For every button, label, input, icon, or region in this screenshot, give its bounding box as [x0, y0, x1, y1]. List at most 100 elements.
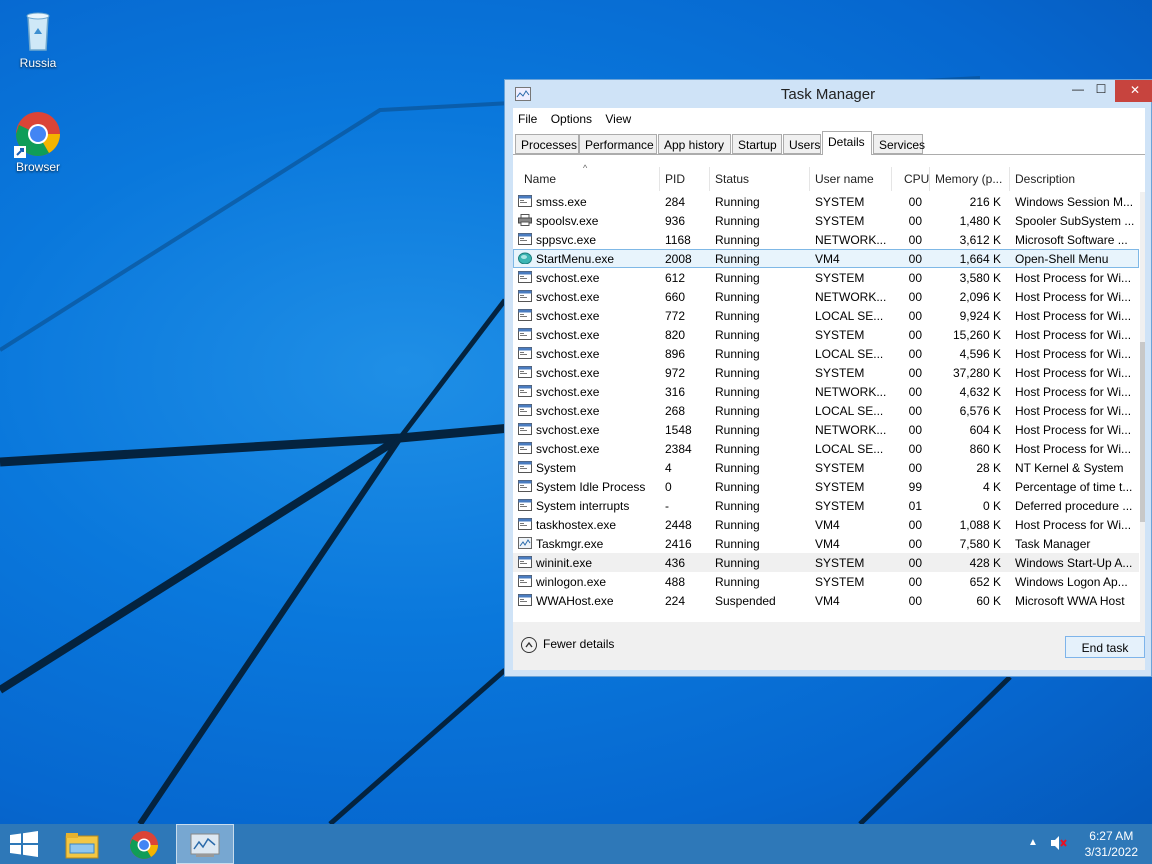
- process-user: SYSTEM: [815, 556, 865, 570]
- process-status: Running: [715, 309, 760, 323]
- process-pid: 772: [665, 309, 686, 323]
- process-name: System: [536, 461, 577, 475]
- process-status: Running: [715, 537, 760, 551]
- close-button[interactable]: ✕: [1115, 80, 1152, 102]
- process-user: SYSTEM: [815, 328, 865, 342]
- process-description: Task Manager: [1015, 537, 1091, 551]
- process-pid: 1168: [665, 233, 691, 247]
- process-status: Running: [715, 328, 760, 342]
- taskbar-chrome[interactable]: [116, 824, 172, 864]
- table-row[interactable]: sppsvc.exe 1168 Running NETWORK... 00 3,612 K…: [513, 230, 1139, 249]
- process-user: SYSTEM: [815, 461, 865, 475]
- table-row[interactable]: svchost.exe 316 Running NETWORK... 00 4,632 K…: [513, 382, 1139, 401]
- process-status: Running: [715, 556, 760, 570]
- table-row[interactable]: svchost.exe 820 Running SYSTEM 00 15,260 K Hos…: [513, 325, 1139, 344]
- process-name: WWAHost.exe: [536, 594, 614, 608]
- start-button[interactable]: [0, 824, 56, 864]
- column-cpu[interactable]: CPU: [904, 172, 929, 186]
- vertical-scrollbar[interactable]: [1140, 192, 1145, 622]
- process-description: Host Process for Wi...: [1015, 442, 1132, 456]
- process-name: taskhostex.exe: [536, 518, 617, 532]
- process-user: SYSTEM: [815, 575, 865, 589]
- clock[interactable]: 6:27 AM 3/31/2022: [1085, 828, 1138, 860]
- table-row[interactable]: WWAHost.exe 224 Suspended VM4 00 60 K Microsof…: [513, 591, 1139, 610]
- process-cpu: 00: [908, 518, 922, 532]
- process-memory: 6,576 K: [959, 404, 1001, 418]
- maximize-button[interactable]: ☐: [1088, 82, 1114, 103]
- table-row[interactable]: svchost.exe 972 Running SYSTEM 00 37,280 K Hos…: [513, 363, 1139, 382]
- table-row[interactable]: spoolsv.exe 936 Running SYSTEM 00 1,480 K Spoo…: [513, 211, 1139, 230]
- tab-details[interactable]: Details: [822, 131, 872, 155]
- tab-startup[interactable]: Startup: [732, 134, 782, 154]
- process-status: Running: [715, 480, 760, 494]
- table-row[interactable]: System Idle Process 0 Running SYSTEM 99 4 K Pe…: [513, 477, 1139, 496]
- table-row[interactable]: svchost.exe 612 Running SYSTEM 00 3,580 K Host…: [513, 268, 1139, 287]
- process-pid: 0: [665, 480, 672, 494]
- tab-services[interactable]: Services: [873, 134, 925, 154]
- process-name: System Idle Process: [536, 480, 646, 494]
- menu-file[interactable]: File: [513, 108, 542, 126]
- taskbar-file-explorer[interactable]: [56, 824, 112, 864]
- process-pid: 316: [665, 385, 686, 399]
- column-user-name[interactable]: User name: [815, 172, 874, 186]
- taskbar-task-manager[interactable]: [176, 824, 234, 864]
- table-row[interactable]: svchost.exe 896 Running LOCAL SE... 00 4,596 …: [513, 344, 1139, 363]
- end-task-button[interactable]: End task: [1065, 636, 1145, 658]
- process-status: Running: [715, 347, 760, 361]
- column-status[interactable]: Status: [715, 172, 749, 186]
- process-name: spoolsv.exe: [536, 214, 599, 228]
- title-bar[interactable]: Task Manager — ☐ ✕: [505, 80, 1152, 108]
- clock-time: 6:27 AM: [1089, 829, 1134, 843]
- table-row[interactable]: Taskmgr.exe 2416 Running VM4 00 7,580 K Task M…: [513, 534, 1139, 553]
- scrollbar-thumb[interactable]: [1140, 342, 1145, 522]
- table-row[interactable]: svchost.exe 772 Running LOCAL SE... 00 9,924 …: [513, 306, 1139, 325]
- process-memory: 0 K: [982, 499, 1001, 513]
- tab-users[interactable]: Users: [783, 134, 821, 154]
- process-pid: 896: [665, 347, 686, 361]
- fewer-details-button[interactable]: Fewer details: [521, 637, 614, 653]
- table-row[interactable]: wininit.exe 436 Running SYSTEM 00 428 K Window…: [513, 553, 1139, 572]
- process-description: Host Process for Wi...: [1015, 290, 1132, 304]
- sort-ascending-icon: ^: [583, 163, 588, 173]
- desktop-icon-russia[interactable]: Russia: [0, 6, 76, 70]
- process-status: Running: [715, 252, 760, 266]
- table-row[interactable]: svchost.exe 660 Running NETWORK... 00 2,096 K…: [513, 287, 1139, 306]
- table-row[interactable]: System 4 Running SYSTEM 00 28 K NT Kernel & Sy…: [513, 458, 1139, 477]
- table-row[interactable]: svchost.exe 2384 Running LOCAL SE... 00 860 K…: [513, 439, 1139, 458]
- process-description: Spooler SubSystem ...: [1015, 214, 1135, 228]
- table-row[interactable]: smss.exe 284 Running SYSTEM 00 216 K Windows S…: [513, 192, 1139, 211]
- menu-view[interactable]: View: [600, 108, 636, 126]
- show-hidden-icons-icon[interactable]: ▲: [1028, 837, 1038, 848]
- process-cpu: 00: [908, 290, 922, 304]
- process-user: SYSTEM: [815, 499, 865, 513]
- column-pid[interactable]: PID: [665, 172, 685, 186]
- table-row[interactable]: svchost.exe 268 Running LOCAL SE... 00 6,576 …: [513, 401, 1139, 420]
- window-icon: [518, 195, 532, 207]
- volume-muted-icon[interactable]: [1050, 835, 1068, 854]
- table-row[interactable]: taskhostex.exe 2448 Running VM4 00 1,088 K Hos…: [513, 515, 1139, 534]
- window-icon: [518, 594, 532, 606]
- process-cpu: 00: [908, 556, 922, 570]
- process-cpu: 00: [908, 442, 922, 456]
- menu-options[interactable]: Options: [546, 108, 597, 126]
- window-icon: [518, 290, 532, 302]
- desktop-icon-browser[interactable]: Browser: [0, 110, 76, 174]
- column-description[interactable]: Description: [1015, 172, 1075, 186]
- table-row[interactable]: System interrupts - Running SYSTEM 01 0 K Defe…: [513, 496, 1139, 515]
- process-name: wininit.exe: [536, 556, 593, 570]
- taskbar: ▲ 6:27 AM 3/31/2022: [0, 824, 1152, 864]
- process-cpu: 00: [908, 252, 922, 266]
- tab-performance[interactable]: Performance: [579, 134, 657, 154]
- process-status: Running: [715, 214, 760, 228]
- table-row[interactable]: winlogon.exe 488 Running SYSTEM 00 652 K Windo…: [513, 572, 1139, 591]
- process-table: smss.exe 284 Running SYSTEM 00 216 K Windows S…: [513, 192, 1139, 610]
- column-name[interactable]: Name: [524, 172, 556, 186]
- table-row[interactable]: StartMenu.exe 2008 Running VM4 00 1,664 K Open…: [513, 249, 1139, 268]
- column-memory[interactable]: Memory (p...: [935, 172, 1002, 186]
- process-user: LOCAL SE...: [815, 347, 884, 361]
- tab-app-history[interactable]: App history: [658, 134, 731, 154]
- process-name: svchost.exe: [536, 385, 600, 399]
- process-description: Deferred procedure ...: [1015, 499, 1133, 513]
- table-row[interactable]: svchost.exe 1548 Running NETWORK... 00 604 K H…: [513, 420, 1139, 439]
- tab-processes[interactable]: Processes: [515, 134, 579, 154]
